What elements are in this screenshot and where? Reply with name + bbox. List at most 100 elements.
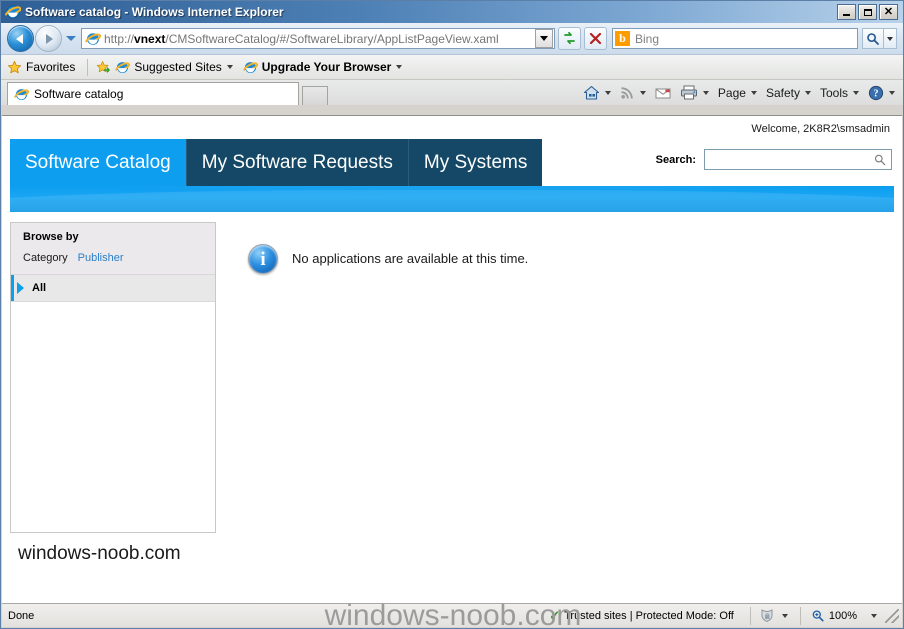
- maximize-button[interactable]: [858, 4, 877, 20]
- upgrade-browser-label: Upgrade Your Browser: [261, 60, 392, 74]
- internet-explorer-icon: [115, 61, 131, 73]
- address-input[interactable]: http://vnext/CMSoftwareCatalog/#/Softwar…: [81, 28, 555, 49]
- zoom-control[interactable]: 100%: [807, 609, 881, 623]
- favorites-button[interactable]: Favorites: [7, 60, 75, 75]
- applications-panel: i No applications are available at this …: [216, 222, 894, 533]
- read-mail-button[interactable]: [655, 86, 671, 100]
- catalog-body: Browse by Category Publisher All i No app…: [2, 222, 902, 533]
- tab-my-systems[interactable]: My Systems: [407, 139, 543, 186]
- app-tabs: Software Catalog My Software Requests My…: [10, 139, 543, 186]
- status-divider-2: [799, 606, 801, 625]
- upgrade-browser-button[interactable]: Upgrade Your Browser: [242, 60, 403, 75]
- search-icon: [874, 154, 886, 165]
- browser-search-input[interactable]: b Bing: [612, 28, 858, 49]
- catalog-search-input[interactable]: [704, 149, 892, 170]
- safety-chevron-down-icon[interactable]: [804, 90, 811, 95]
- selected-arrow-icon: [17, 282, 24, 294]
- status-text: Done: [8, 609, 35, 622]
- browser-search-placeholder: Bing: [635, 31, 660, 46]
- browser-tab-label: Software catalog: [34, 87, 124, 101]
- sidebar-item-all[interactable]: All: [11, 275, 215, 302]
- toolbar-divider: [87, 58, 89, 76]
- window-resize-grip[interactable]: [885, 608, 899, 623]
- browse-sidebar: Browse by Category Publisher All: [10, 222, 216, 533]
- mail-icon: [655, 88, 671, 98]
- home-chevron-down-icon[interactable]: [604, 90, 611, 95]
- internet-explorer-icon: [242, 61, 258, 73]
- browser-tab-software-catalog[interactable]: Software catalog: [7, 82, 299, 105]
- url-prefix: http://: [104, 31, 135, 46]
- search-options-chevron-down-icon[interactable]: [884, 28, 897, 49]
- feeds-chevron-down-icon[interactable]: [639, 90, 646, 95]
- refresh-button[interactable]: [558, 27, 581, 50]
- home-button[interactable]: [583, 85, 611, 101]
- print-chevron-down-icon[interactable]: [702, 90, 709, 95]
- empty-state-message: No applications are available at this ti…: [292, 251, 529, 266]
- print-button[interactable]: [680, 85, 709, 100]
- page-favicon-icon: [85, 31, 101, 47]
- url-path: /CMSoftwareCatalog/#/SoftwareLibrary/App…: [165, 31, 499, 46]
- star-icon: [7, 60, 22, 73]
- search-go-button[interactable]: [862, 28, 884, 49]
- browse-filter-publisher[interactable]: Publisher: [78, 252, 124, 264]
- suggested-sites-chevron-down-icon[interactable]: [226, 65, 233, 69]
- browse-filter-category[interactable]: Category: [23, 252, 68, 264]
- catalog-search-label: Search:: [655, 153, 696, 166]
- tools-menu-label: Tools: [819, 85, 848, 100]
- page-footer-text: windows-noob.com: [18, 543, 181, 564]
- favorites-label: Favorites: [26, 60, 76, 74]
- stop-button[interactable]: [584, 27, 607, 50]
- trusted-check-icon: ✓: [549, 608, 561, 623]
- back-button[interactable]: [7, 25, 34, 52]
- information-glyph: i: [260, 248, 266, 270]
- help-menu-button[interactable]: ?: [868, 85, 895, 101]
- app-tab-band: Software Catalog My Software Requests My…: [2, 139, 902, 186]
- browse-header: Browse by Category Publisher: [11, 223, 215, 275]
- suggested-sites-button[interactable]: Suggested Sites: [96, 60, 233, 75]
- address-url: http://vnext/CMSoftwareCatalog/#/Softwar…: [104, 31, 535, 47]
- zone-shield-icon[interactable]: [757, 608, 777, 624]
- minimize-button[interactable]: [837, 4, 856, 20]
- svg-text:?: ?: [874, 88, 879, 99]
- address-bar: http://vnext/CMSoftwareCatalog/#/Softwar…: [1, 23, 903, 55]
- tab-my-software-requests-label: My Software Requests: [201, 151, 393, 173]
- catalog-search: Search:: [656, 149, 892, 170]
- page-chevron-down-icon[interactable]: [750, 90, 757, 95]
- safety-menu-button[interactable]: Safety: [766, 86, 811, 100]
- address-dropdown-button[interactable]: [535, 29, 553, 48]
- forward-button[interactable]: [35, 25, 62, 52]
- security-zone-label: Trusted sites | Protected Mode: Off: [564, 609, 734, 622]
- tab-strip: Software catalog Page Safety Tools ?: [1, 80, 903, 105]
- help-chevron-down-icon[interactable]: [889, 90, 895, 95]
- zoom-level-label: 100%: [828, 609, 857, 622]
- safety-menu-label: Safety: [765, 85, 800, 100]
- tab-software-catalog[interactable]: Software Catalog: [10, 139, 186, 186]
- feeds-button[interactable]: [620, 85, 646, 100]
- sidebar-item-all-label: All: [32, 282, 47, 294]
- information-icon: i: [248, 244, 278, 274]
- window-title: Software catalog - Windows Internet Expl…: [25, 5, 284, 19]
- upgrade-browser-chevron-down-icon[interactable]: [396, 65, 403, 69]
- command-bar: Page Safety Tools ?: [574, 80, 903, 105]
- help-icon: ?: [868, 85, 884, 100]
- new-tab-button[interactable]: [302, 86, 328, 105]
- title-bar: Software catalog - Windows Internet Expl…: [1, 1, 903, 23]
- zone-chevron-down-icon[interactable]: [781, 613, 788, 618]
- close-button[interactable]: ✕: [879, 4, 898, 20]
- welcome-text: Welcome, 2K8R2\smsadmin: [751, 123, 890, 135]
- browse-by-label: Browse by: [23, 231, 79, 243]
- zoom-chevron-down-icon[interactable]: [871, 613, 877, 618]
- tab-my-software-requests[interactable]: My Software Requests: [185, 139, 408, 186]
- favorites-bar: Favorites Suggested Sites Upgrade Your B…: [1, 55, 903, 80]
- star-arrow-icon: [97, 60, 111, 73]
- security-zone[interactable]: ✓ Trusted sites | Protected Mode: Off: [549, 608, 744, 623]
- recent-pages-chevron-down-icon[interactable]: [66, 36, 76, 41]
- tab-my-systems-label: My Systems: [423, 151, 528, 173]
- page-menu-button[interactable]: Page: [718, 86, 757, 100]
- status-bar: Done ✓ Trusted sites | Protected Mode: O…: [2, 603, 902, 627]
- status-divider: [749, 606, 751, 625]
- tools-menu-button[interactable]: Tools: [820, 86, 859, 100]
- internet-explorer-icon: [14, 88, 29, 100]
- tools-chevron-down-icon[interactable]: [853, 90, 859, 95]
- zoom-icon: [811, 609, 825, 623]
